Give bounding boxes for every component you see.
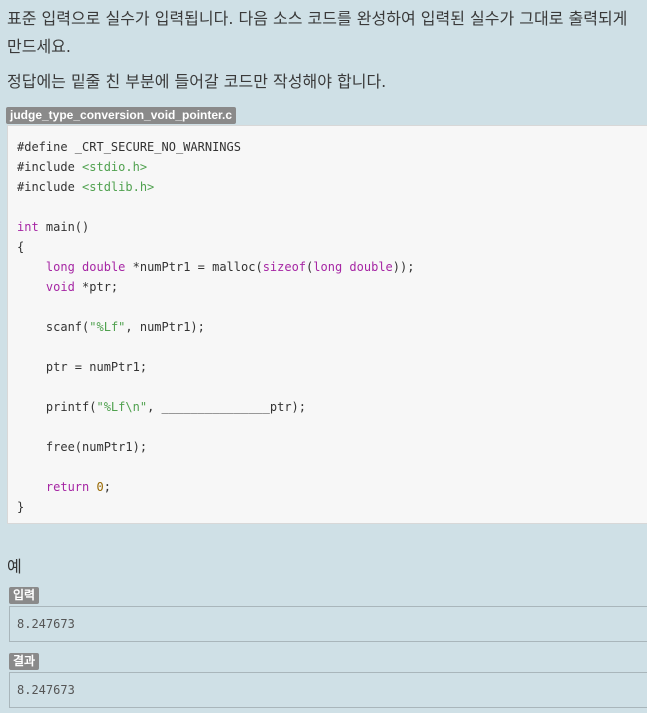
example-input-box: 8.247673 <box>9 606 647 642</box>
code-line-2: #include <stdio.h> <box>17 160 148 174</box>
code-line-19: } <box>17 500 25 514</box>
example-output-box: 8.247673 <box>9 672 647 708</box>
code-line-6: { <box>17 240 25 254</box>
example-heading: 예 <box>7 557 22 576</box>
source-code: #define _CRT_SECURE_NO_WARNINGS #include… <box>17 137 414 517</box>
problem-description: 표준 입력으로 실수가 입력됩니다. 다음 소스 코드를 완성하여 입력된 실수… <box>7 9 628 56</box>
code-line-16: free(numPtr1); <box>45 440 148 454</box>
example-input-value: 8.247673 <box>17 617 75 631</box>
code-line-5: int main() <box>17 220 90 234</box>
problem-instruction: 정답에는 밑줄 친 부분에 들어갈 코드만 작성해야 합니다. <box>7 72 387 91</box>
output-label-tag: 결과 <box>9 653 40 670</box>
input-label-tag: 입력 <box>9 587 40 604</box>
code-line-14: printf("%Lf\n", _______________ptr); <box>45 400 307 414</box>
example-output-value: 8.247673 <box>17 683 75 697</box>
code-line-10: scanf("%Lf", numPtr1); <box>45 320 205 334</box>
code-line-3: #include <stdlib.h> <box>17 180 155 194</box>
code-line-18: return 0; <box>45 480 111 494</box>
code-line-8: void *ptr; <box>45 280 119 294</box>
source-filename-tag: judge_type_conversion_void_pointer.c <box>6 107 237 124</box>
code-line-7: long double *numPtr1 = malloc(sizeof(lon… <box>45 260 415 274</box>
code-line-12: ptr = numPtr1; <box>45 360 148 374</box>
source-code-block: #define _CRT_SECURE_NO_WARNINGS #include… <box>7 125 647 524</box>
code-line-1: #define _CRT_SECURE_NO_WARNINGS <box>17 140 241 154</box>
